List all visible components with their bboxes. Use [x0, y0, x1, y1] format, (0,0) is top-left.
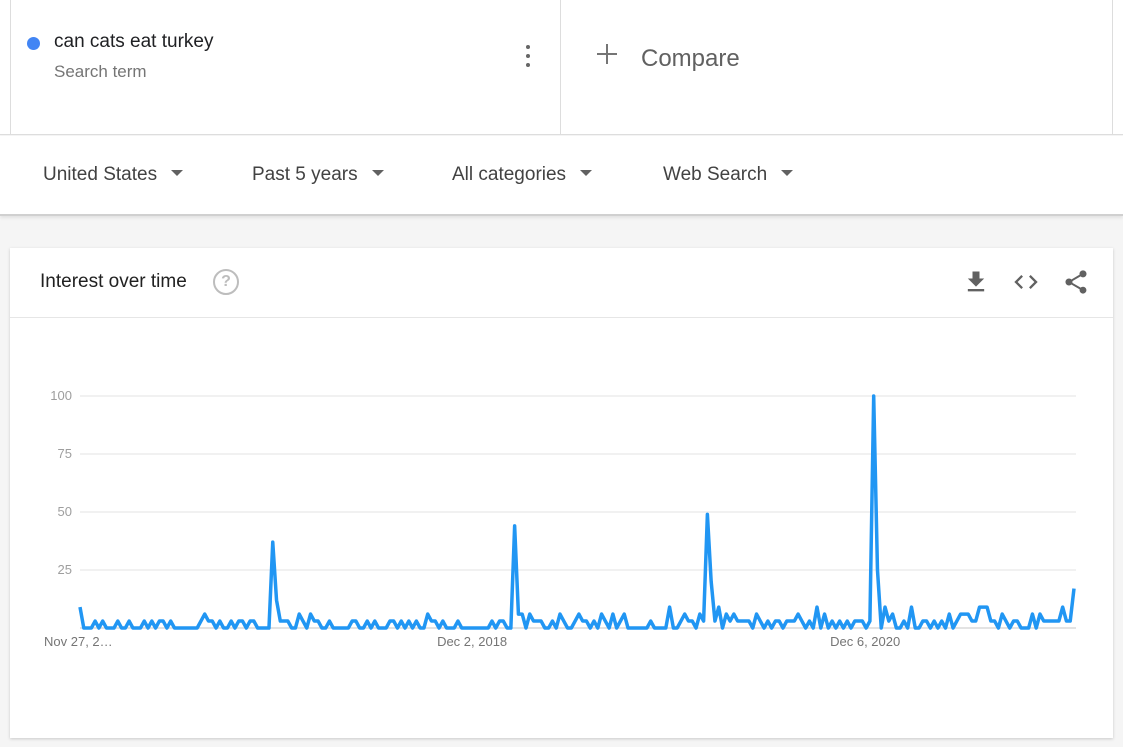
time-range-dropdown[interactable]: Past 5 years [252, 164, 384, 186]
grid-lines [80, 395, 1076, 629]
search-type-label: Web Search [663, 164, 768, 185]
add-icon [596, 43, 618, 65]
filter-bar: United States Past 5 years All categorie… [0, 136, 1123, 216]
dropdown-arrow-icon [781, 169, 794, 176]
category-dropdown[interactable]: All categories [452, 164, 593, 186]
y-tick-label: 50 [58, 504, 72, 519]
category-label: All categories [452, 164, 567, 185]
download-icon[interactable] [962, 268, 990, 296]
dropdown-arrow-icon [371, 169, 384, 176]
question-icon[interactable]: ? [213, 269, 239, 295]
x-tick-label: Dec 2, 2018 [437, 634, 507, 649]
search-type-dropdown[interactable]: Web Search [663, 164, 794, 186]
x-tick-label: Dec 6, 2020 [830, 634, 900, 649]
compare-button[interactable]: Compare [562, 0, 1113, 135]
y-tick-label: 100 [50, 388, 72, 403]
y-tick-label: 25 [58, 562, 72, 577]
search-term-subtitle: Search term [54, 62, 147, 81]
more-vert-icon[interactable] [519, 42, 537, 70]
term-color-dot [27, 37, 40, 50]
card-title: Interest over time [40, 271, 187, 292]
embed-code-icon[interactable] [1012, 268, 1040, 296]
interest-line-chart: 25 50 75 100 Nov 27, 2… Dec 2, 2018 Dec 6, 20… [44, 388, 1076, 649]
x-tick-label: Nov 27, 2… [44, 634, 113, 649]
share-icon[interactable] [1062, 268, 1090, 296]
y-axis-ticks: 25 50 75 100 [50, 388, 72, 577]
interest-over-time-card: Interest over time ? 25 50 75 100 Nov 27, 2… [10, 248, 1113, 738]
y-tick-label: 75 [58, 446, 72, 461]
compare-label: Compare [641, 45, 740, 72]
x-axis-ticks: Nov 27, 2… Dec 2, 2018 Dec 6, 2020 [44, 634, 900, 649]
search-term-card[interactable]: can cats eat turkey Search term [10, 0, 561, 135]
search-term-name[interactable]: can cats eat turkey [54, 31, 213, 53]
dropdown-arrow-icon [580, 169, 593, 176]
dropdown-arrow-icon [171, 169, 184, 176]
region-dropdown[interactable]: United States [43, 164, 184, 186]
time-range-label: Past 5 years [252, 164, 358, 185]
search-term-bar: can cats eat turkey Search term Compare [0, 0, 1123, 135]
region-label: United States [43, 164, 158, 185]
card-header: Interest over time ? [10, 248, 1113, 318]
